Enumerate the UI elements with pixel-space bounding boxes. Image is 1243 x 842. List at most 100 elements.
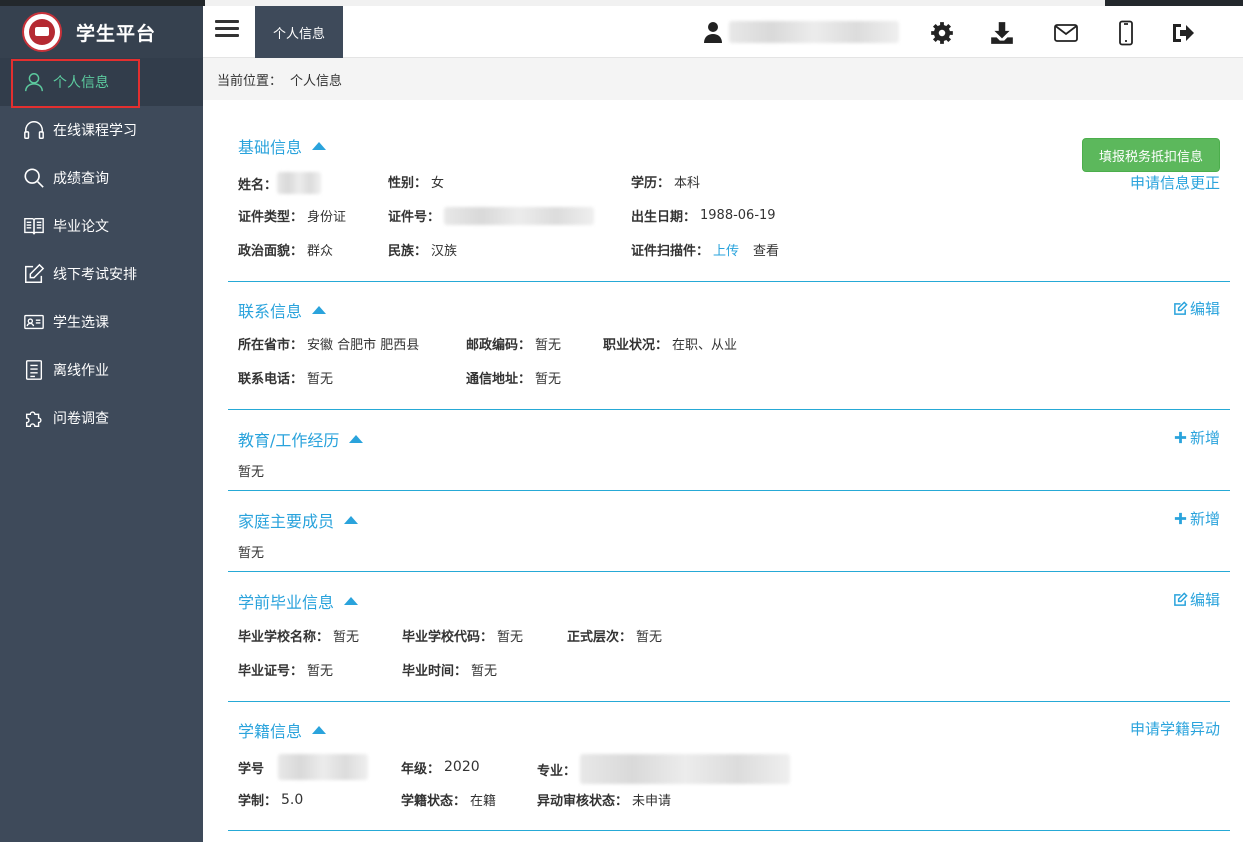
search-icon <box>24 168 44 188</box>
gear-icon[interactable] <box>929 20 955 46</box>
section-family: 家庭主要成员 新增 暂无 <box>228 491 1230 572</box>
plus-icon <box>1174 512 1187 525</box>
user-name-redacted <box>729 21 899 43</box>
breadcrumb: 当前位置： 个人信息 <box>203 58 1243 100</box>
sidebar-item-course-selection[interactable]: 学生选课 <box>0 298 203 346</box>
field-id-type: 证件类型： 身份证 <box>238 210 347 225</box>
field-birth-date: 出生日期： 1988-06-19 <box>631 208 776 225</box>
section-basic-info: 基础信息 填报税务抵扣信息 申请信息更正 姓名： 性别：女 学历： 本科 证件类型… <box>228 110 1230 282</box>
experience-empty: 暂无 <box>238 465 265 480</box>
section-toggle-family[interactable]: 家庭主要成员 <box>238 508 359 532</box>
tab-personal-info[interactable]: 个人信息 <box>255 6 343 58</box>
field-name: 姓名： <box>238 172 322 194</box>
sidebar-item-label: 离线作业 <box>53 363 109 379</box>
user-menu[interactable] <box>703 18 899 46</box>
edit-prior-button[interactable]: 编辑 <box>1173 589 1220 610</box>
section-toggle-basic-info[interactable]: 基础信息 <box>238 134 327 158</box>
caret-up-icon <box>349 435 364 443</box>
section-title: 学籍信息 <box>238 722 303 741</box>
university-logo <box>22 12 62 52</box>
field-cert-number: 毕业证号： 暂无 <box>238 664 334 679</box>
request-status-change-link[interactable]: 申请学籍异动 <box>1130 718 1220 739</box>
sidebar-item-label: 问卷调查 <box>53 411 109 427</box>
field-phone: 联系电话： 暂无 <box>238 372 334 387</box>
add-experience-button[interactable]: 新增 <box>1173 427 1220 448</box>
field-student-number: 学号 <box>238 754 369 780</box>
sidebar-nav: 个人信息 在线课程学习 成绩查询 毕业论文 线下考试安排 学生选课 离线作业 问… <box>0 58 203 442</box>
user-icon <box>704 22 722 43</box>
caret-up-icon <box>344 597 359 605</box>
section-experience: 教育/工作经历 新增 暂无 <box>228 410 1230 491</box>
field-address: 通信地址： 暂无 <box>466 372 562 387</box>
download-icon[interactable] <box>989 20 1015 46</box>
add-family-button[interactable]: 新增 <box>1173 508 1220 529</box>
tax-deduction-button[interactable]: 填报税务抵扣信息 <box>1082 138 1220 172</box>
sidebar-item-offline-homework[interactable]: 离线作业 <box>0 346 203 394</box>
section-toggle-experience[interactable]: 教育/工作经历 <box>238 427 364 451</box>
section-toggle-contact-info[interactable]: 联系信息 <box>238 298 327 322</box>
sidebar-item-label: 在线课程学习 <box>53 123 137 139</box>
sidebar-item-online-courses[interactable]: 在线课程学习 <box>0 106 203 154</box>
section-prior-graduation: 学前毕业信息 编辑 毕业学校名称： 暂无 毕业学校代码： 暂无 正式层次： 暂无 毕业… <box>228 572 1230 702</box>
id-card-icon <box>24 314 44 330</box>
field-region: 所在省市： 安徽 合肥市 肥西县 <box>238 338 420 353</box>
field-id-scan: 证件扫描件： 上传 查看 <box>631 240 779 259</box>
brand: 学生平台 <box>0 6 203 58</box>
section-toggle-prior-graduation[interactable]: 学前毕业信息 <box>238 589 359 613</box>
field-grade: 年级： 2020 <box>401 759 480 777</box>
section-title: 联系信息 <box>238 302 303 321</box>
student-number-redacted <box>278 754 369 780</box>
field-school-code: 毕业学校代码： 暂无 <box>402 630 524 645</box>
edit-icon <box>1174 592 1188 606</box>
section-title: 基础信息 <box>238 138 303 157</box>
field-postcode: 邮政编码： 暂无 <box>466 338 562 353</box>
sidebar-item-thesis[interactable]: 毕业论文 <box>0 202 203 250</box>
sidebar-item-survey[interactable]: 问卷调查 <box>0 394 203 442</box>
mobile-icon[interactable] <box>1113 20 1139 46</box>
field-ethnicity: 民族： 汉族 <box>388 244 458 259</box>
name-redacted <box>277 172 322 194</box>
user-icon <box>25 73 43 92</box>
logout-icon[interactable] <box>1169 20 1195 46</box>
main-content: 基础信息 填报税务抵扣信息 申请信息更正 姓名： 性别：女 学历： 本科 证件类型… <box>203 100 1243 842</box>
mail-icon[interactable] <box>1053 20 1079 46</box>
family-empty: 暂无 <box>238 546 265 561</box>
major-redacted <box>580 754 791 784</box>
field-enrollment-state: 学籍状态： 在籍 <box>401 794 497 809</box>
section-student-status: 学籍信息 申请学籍异动 学号 年级： 2020 专业： 学制： 5.0 学籍状态：在… <box>228 702 1230 831</box>
field-gender: 性别：女 <box>388 176 445 191</box>
field-id-number: 证件号： <box>388 206 595 225</box>
section-toggle-student-status[interactable]: 学籍信息 <box>238 718 327 742</box>
field-major: 专业： <box>537 754 791 784</box>
upload-link[interactable]: 上传 <box>713 240 739 259</box>
caret-up-icon <box>312 726 327 734</box>
sidebar-item-label: 学生选课 <box>53 315 109 331</box>
edit-contact-button[interactable]: 编辑 <box>1173 298 1220 319</box>
hamburger-icon <box>215 20 239 23</box>
sidebar-item-label: 成绩查询 <box>53 171 109 187</box>
caret-up-icon <box>312 142 327 150</box>
section-title: 学前毕业信息 <box>238 593 335 612</box>
headphones-icon <box>24 121 44 139</box>
brand-title: 学生平台 <box>76 22 157 45</box>
sidebar-item-label: 线下考试安排 <box>53 267 137 283</box>
sidebar-item-personal-info[interactable]: 个人信息 <box>0 58 203 108</box>
sidebar-item-exam-schedule[interactable]: 线下考试安排 <box>0 250 203 298</box>
edit-icon <box>1174 301 1188 315</box>
section-title: 家庭主要成员 <box>238 512 335 531</box>
view-link[interactable]: 查看 <box>753 240 779 259</box>
field-school-name: 毕业学校名称： 暂无 <box>238 630 360 645</box>
request-correction-link[interactable]: 申请信息更正 <box>1130 172 1220 193</box>
plus-icon <box>1174 431 1187 444</box>
section-title: 教育/工作经历 <box>238 431 340 450</box>
caret-up-icon <box>344 516 359 524</box>
menu-toggle-button[interactable] <box>215 20 239 44</box>
top-header: 个人信息 <box>203 6 1243 58</box>
sidebar-item-label: 个人信息 <box>53 75 109 91</box>
caret-up-icon <box>312 306 327 314</box>
field-level: 正式层次： 暂无 <box>567 630 663 645</box>
field-duration: 学制： 5.0 <box>238 791 304 810</box>
puzzle-icon <box>25 411 42 427</box>
breadcrumb-label: 当前位置： <box>217 73 283 89</box>
sidebar-item-grades[interactable]: 成绩查询 <box>0 154 203 202</box>
